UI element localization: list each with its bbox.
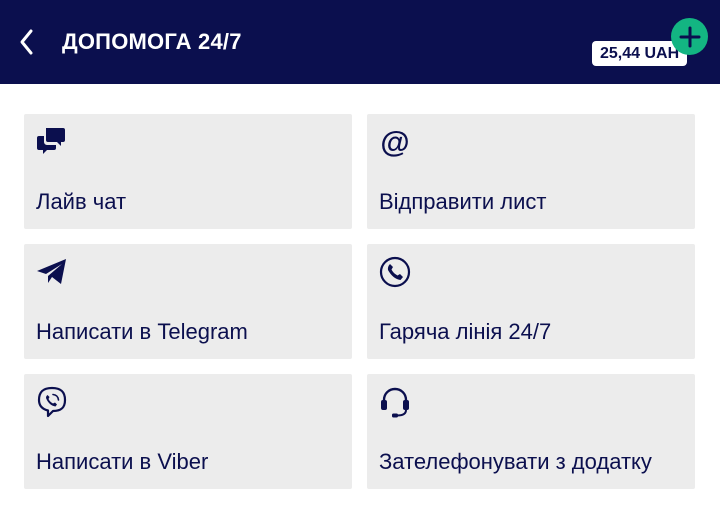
at-sign-icon: @	[380, 126, 409, 158]
live-chat-card[interactable]: Лайв чат	[24, 114, 352, 229]
phone-icon	[379, 256, 411, 288]
telegram-icon	[37, 259, 66, 284]
app-header: ДОПОМОГА 24/7 25,44 UAH	[0, 0, 720, 84]
app-call-label: Зателефонувати з додатку	[379, 449, 652, 474]
chat-bubbles-icon	[37, 128, 65, 154]
live-chat-label: Лайв чат	[36, 189, 127, 214]
viber-card[interactable]: Написати в Viber	[24, 374, 352, 489]
chevron-left-icon	[20, 29, 33, 55]
page-title: ДОПОМОГА 24/7	[62, 29, 242, 54]
plus-icon	[679, 26, 700, 47]
telegram-label: Написати в Telegram	[36, 319, 248, 344]
hotline-label: Гаряча лінія 24/7	[379, 319, 552, 344]
viber-icon	[37, 386, 67, 418]
viber-label: Написати в Viber	[36, 449, 209, 474]
back-button[interactable]	[12, 26, 40, 58]
app-call-card[interactable]: Зателефонувати з додатку	[367, 374, 695, 489]
telegram-card[interactable]: Написати в Telegram	[24, 244, 352, 359]
headset-icon	[381, 387, 409, 418]
send-email-label: Відправити лист	[379, 189, 547, 214]
send-email-card[interactable]: @ Відправити лист	[367, 114, 695, 229]
add-funds-button[interactable]	[671, 18, 708, 55]
hotline-card[interactable]: Гаряча лінія 24/7	[367, 244, 695, 359]
svg-text:@: @	[380, 126, 409, 158]
